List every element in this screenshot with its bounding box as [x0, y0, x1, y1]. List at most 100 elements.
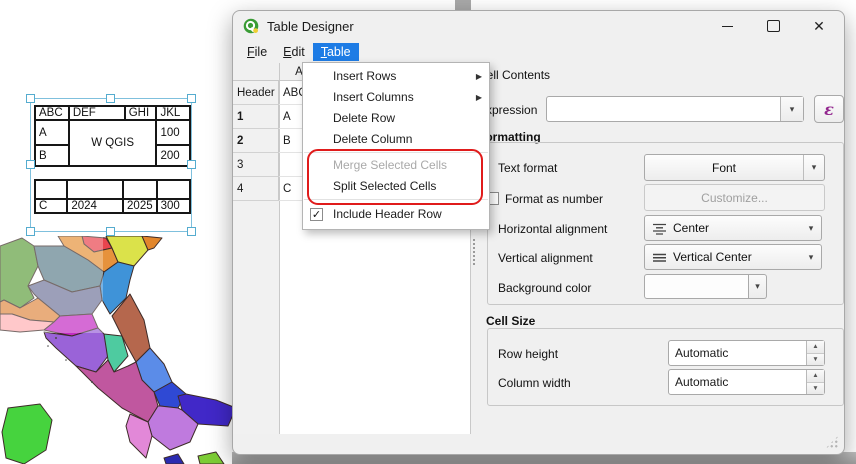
column-width-label: Column width [498, 376, 571, 390]
resize-grip[interactable] [825, 435, 839, 449]
screenshot-stage: ABC DEF GHI JKL A W QGIS 100 B 200 [0, 0, 856, 464]
column-width-spinbox[interactable]: Automatic ▲ ▼ [668, 369, 825, 395]
column-width-value[interactable]: Automatic [669, 375, 806, 389]
align-vertical-center-icon [652, 251, 667, 264]
selection-handle[interactable] [187, 227, 196, 236]
preview-empty-cell[interactable] [35, 180, 67, 199]
preview-cell[interactable]: 100 [156, 120, 190, 145]
preview-header-cell[interactable]: DEF [69, 106, 125, 120]
map-region [44, 328, 108, 372]
font-button[interactable]: Font ▾ [644, 154, 825, 181]
menu-table[interactable]: Table [313, 43, 359, 61]
map-region [164, 454, 184, 464]
preview-header-cell[interactable]: JKL [156, 106, 190, 120]
preview-cell[interactable]: A [35, 120, 69, 145]
preview-table-bottom-block[interactable]: C 2024 2025 300 [34, 179, 191, 214]
grid-row-header[interactable]: 3 [233, 153, 279, 177]
preview-empty-cell[interactable] [157, 180, 190, 199]
vertical-alignment-combo[interactable]: Vertical Center ▾ [644, 244, 822, 270]
text-format-label: Text format [498, 161, 557, 175]
dropdown-arrow-icon[interactable]: ▾ [801, 216, 821, 240]
menu-file[interactable]: File [239, 43, 275, 61]
horizontal-alignment-value: Center [673, 221, 709, 235]
format-as-number-label: Format as number [505, 192, 603, 206]
grid-corner[interactable] [233, 63, 280, 80]
maximize-button[interactable] [758, 11, 788, 41]
selection-handle[interactable] [26, 227, 35, 236]
grid-row-header[interactable]: 4 [233, 177, 279, 201]
preview-merged-cell[interactable]: W QGIS [69, 120, 157, 166]
preview-cell[interactable]: C [35, 199, 67, 213]
menu-item-delete-row[interactable]: Delete Row [303, 108, 489, 129]
vertical-alignment-value: Vertical Center [673, 250, 752, 264]
selection-handle[interactable] [187, 160, 196, 169]
menu-item-insert-columns[interactable]: Insert Columns ▶ [303, 87, 489, 108]
selection-handle[interactable] [106, 227, 115, 236]
preview-header-cell[interactable]: GHI [125, 106, 157, 120]
grid-row-header[interactable]: Header [233, 81, 279, 105]
maximize-icon [767, 20, 780, 32]
font-button-label: Font [645, 161, 803, 175]
map-region [198, 452, 224, 464]
menu-item-insert-rows[interactable]: Insert Rows ▶ [303, 66, 489, 87]
spin-up-icon[interactable]: ▲ [807, 370, 824, 383]
dropdown-arrow-icon[interactable]: ▾ [801, 245, 821, 269]
close-button[interactable]: ✕ [804, 11, 834, 41]
annotation-red-rectangle [307, 149, 483, 205]
preview-empty-cell[interactable] [123, 180, 157, 199]
selection-handle[interactable] [26, 160, 35, 169]
preview-table-item[interactable]: ABC DEF GHI JKL A W QGIS 100 B 200 [30, 98, 192, 232]
vertical-alignment-label: Vertical alignment [498, 251, 593, 265]
menu-item-delete-column[interactable]: Delete Column [303, 129, 489, 150]
grid-row-header[interactable]: 2 [233, 129, 279, 153]
map-highlight-overlay [0, 236, 103, 333]
preview-table-top-block[interactable]: ABC DEF GHI JKL A W QGIS 100 B 200 [34, 105, 191, 167]
spin-down-icon[interactable]: ▼ [807, 383, 824, 395]
minimize-icon [722, 26, 733, 27]
cell-size-title: Cell Size [486, 314, 535, 328]
customize-button: Customize... [644, 184, 825, 211]
align-center-icon [652, 222, 667, 235]
row-height-value[interactable]: Automatic [669, 346, 806, 360]
menu-edit[interactable]: Edit [275, 43, 313, 61]
panel-splitter[interactable] [473, 239, 475, 265]
dropdown-arrow-icon[interactable]: ▾ [803, 155, 824, 180]
preview-cell[interactable]: 2024 [67, 199, 123, 213]
spin-up-icon[interactable]: ▲ [807, 341, 824, 354]
submenu-arrow-icon: ▶ [476, 66, 482, 87]
epsilon-icon: ε [824, 100, 834, 119]
background-color-label: Background color [498, 281, 591, 295]
submenu-arrow-icon: ▶ [476, 87, 482, 108]
checked-checkbox[interactable]: ✓ [310, 208, 323, 221]
background-color-control[interactable]: ▾ [644, 274, 767, 299]
preview-cell[interactable]: B [35, 145, 69, 166]
qgis-logo-icon [243, 18, 259, 34]
window-title: Table Designer [267, 19, 354, 34]
selection-handle[interactable] [187, 94, 196, 103]
row-height-spinbox[interactable]: Automatic ▲ ▼ [668, 340, 825, 366]
preview-header-cell[interactable]: ABC [35, 106, 69, 120]
background-color-well[interactable] [644, 274, 749, 299]
customize-button-label: Customize... [645, 191, 824, 205]
selection-handle[interactable] [106, 94, 115, 103]
expression-combo[interactable]: ▾ [546, 96, 804, 122]
close-icon: ✕ [813, 18, 825, 35]
map-canvas[interactable] [0, 236, 242, 464]
menu-bar: File Edit Table [233, 41, 844, 63]
grid-row-header[interactable]: 1 [233, 105, 279, 129]
preview-empty-cell[interactable] [67, 180, 123, 199]
dropdown-arrow-icon[interactable]: ▾ [780, 97, 803, 121]
preview-cell[interactable]: 2025 [123, 199, 157, 213]
row-height-label: Row height [498, 347, 558, 361]
selection-handle[interactable] [26, 94, 35, 103]
map-region [2, 404, 52, 464]
minimize-button[interactable] [712, 11, 742, 41]
spin-down-icon[interactable]: ▼ [807, 354, 824, 366]
title-bar[interactable]: Table Designer ✕ [233, 11, 844, 41]
preview-cell[interactable]: 300 [157, 199, 190, 213]
menu-item-include-header-row[interactable]: ✓ Include Header Row [303, 202, 489, 226]
horizontal-alignment-combo[interactable]: Center ▾ [644, 215, 822, 241]
dropdown-arrow-icon[interactable]: ▾ [749, 274, 767, 299]
expression-builder-button[interactable]: ε [814, 95, 844, 123]
preview-cell[interactable]: 200 [156, 145, 190, 166]
